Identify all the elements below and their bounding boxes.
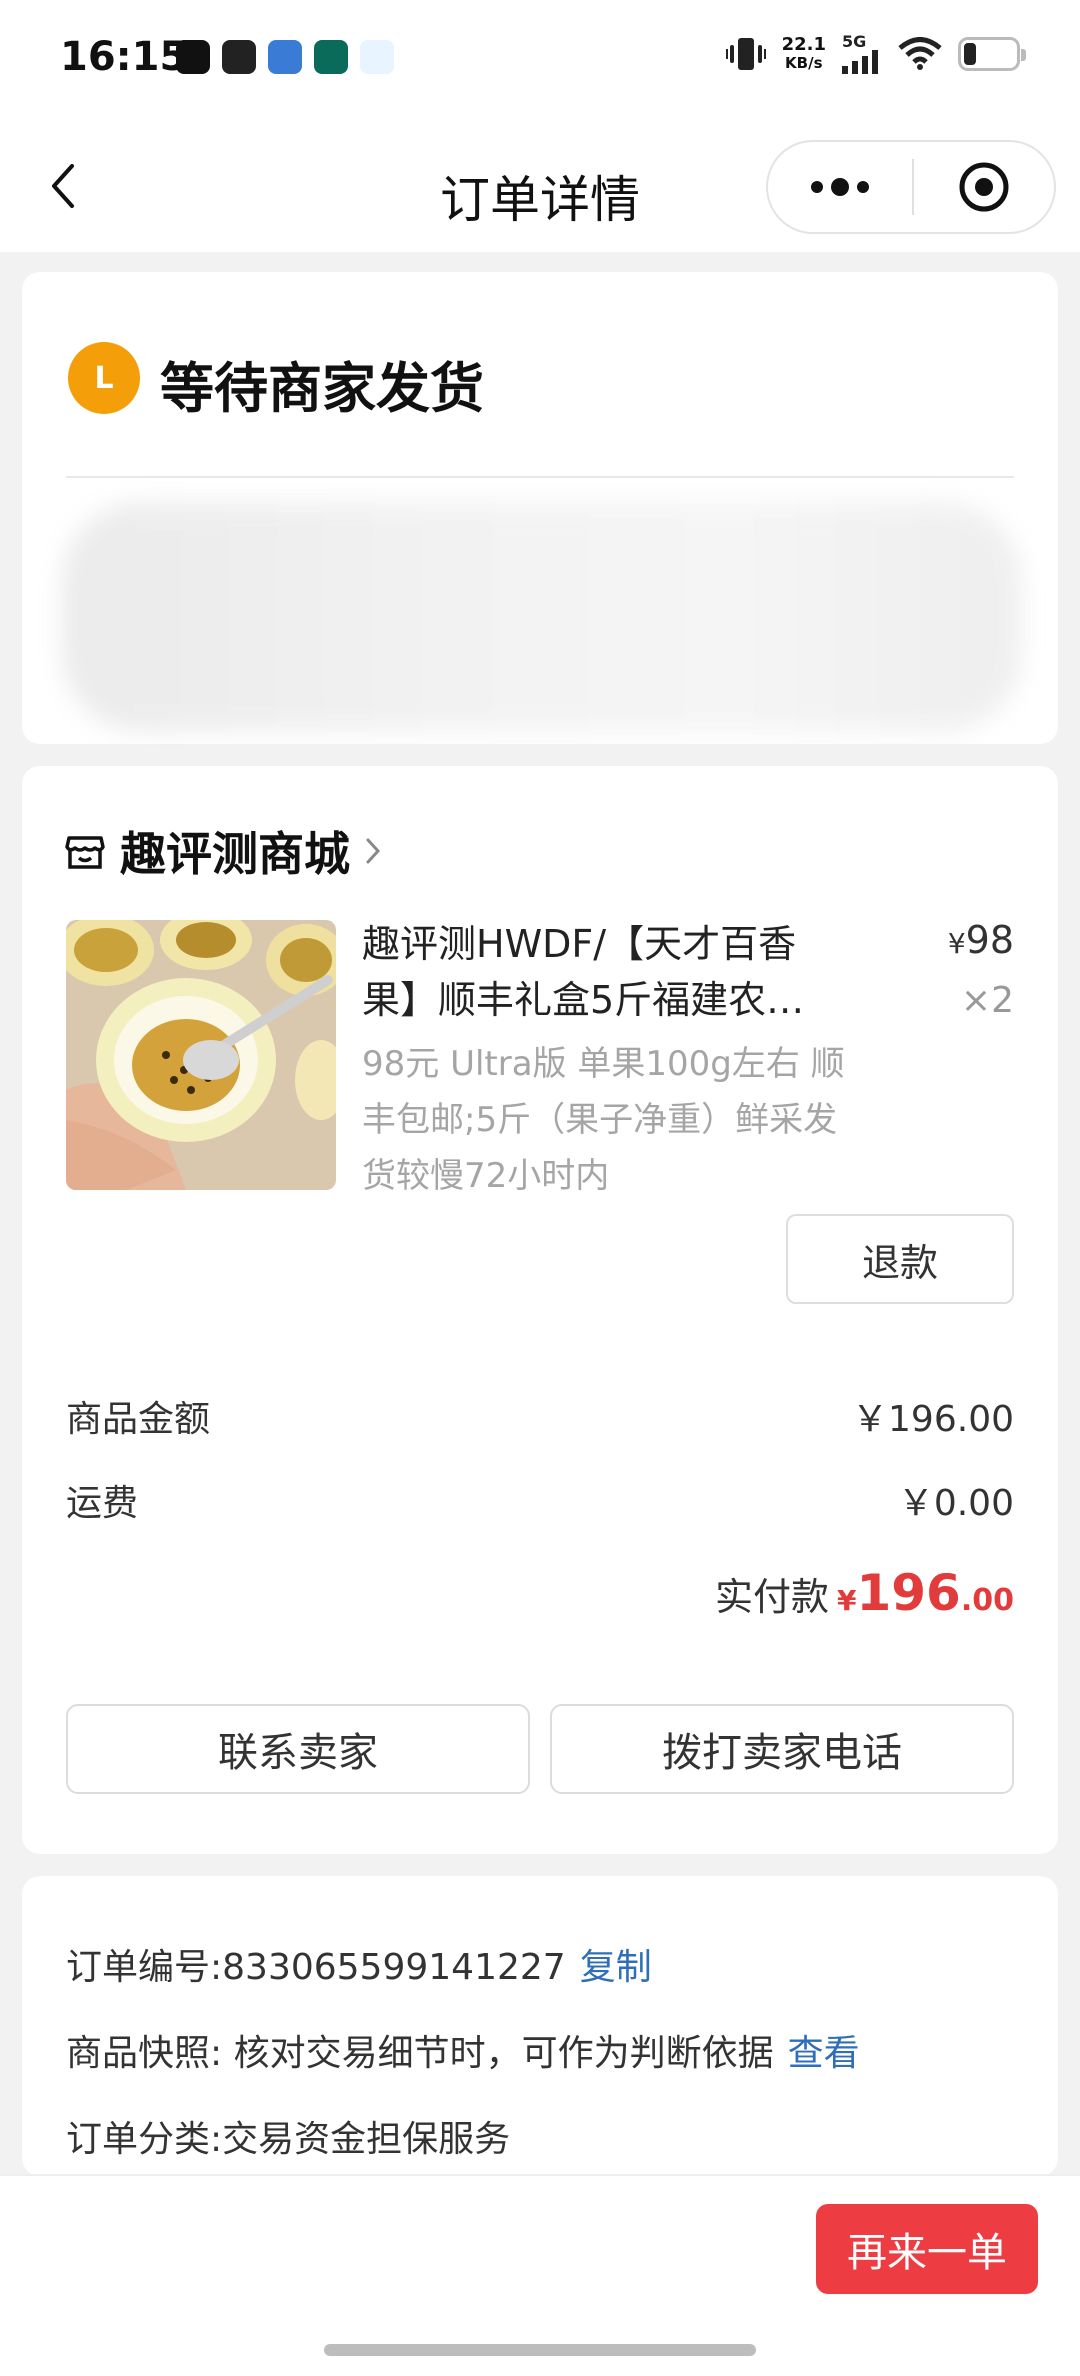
order-items-card: 趣评测商城 趣评测HWDF/【天才百香果】顺丰礼盒5斤福建农… 98元 Ultr… (22, 766, 1058, 1854)
status-badge: L (68, 342, 140, 414)
net-speed-unit: KB/s (785, 54, 823, 72)
wifi-icon (898, 37, 942, 70)
status-time: 16:15 (60, 34, 188, 80)
shipping-label: 运费 (66, 1483, 139, 1524)
order-status-title: 等待商家发货 (160, 357, 484, 420)
dot (831, 178, 849, 196)
price-symbol: ¥ (947, 927, 966, 960)
price-value: 98 (965, 918, 1014, 962)
divider (66, 476, 1014, 478)
paid-integer: 196 (856, 1564, 961, 1622)
order-status-card: L 等待商家发货 (22, 272, 1058, 744)
paid-amount: 实付款 ¥196.00 (715, 1564, 1014, 1622)
paid-currency: ¥ (836, 1584, 857, 1617)
status-right: 22.1 KB/s 5G (725, 34, 1026, 74)
bottom-action-bar: 再来一单 (0, 2174, 1080, 2376)
reorder-button[interactable]: 再来一单 (816, 2204, 1038, 2294)
redacted-address (62, 502, 1022, 732)
home-indicator[interactable] (324, 2344, 756, 2356)
battery-icon (958, 37, 1026, 71)
app-notification-icon (314, 40, 348, 74)
product-quantity: ×2 (960, 980, 1014, 1021)
passion-fruit-image (66, 920, 336, 1190)
close-mini-program-button[interactable] (914, 142, 1054, 232)
shop-name: 趣评测商城 (120, 827, 350, 881)
goods-amount-label: 商品金额 (66, 1399, 211, 1440)
net-speed-value: 22.1 (781, 34, 826, 55)
shipping-value: ￥0.00 (897, 1483, 1014, 1524)
goods-amount-value: ￥196.00 (852, 1399, 1014, 1440)
product-price: ¥98 (948, 918, 1014, 962)
signal-group: 5G (842, 34, 882, 74)
order-info-card: 订单编号:833065599141227 复制 商品快照: 核对交易细节时，可作为… (22, 1876, 1058, 2176)
app-notification-icon (360, 40, 394, 74)
snapshot-row: 商品快照: 核对交易细节时，可作为判断依据 查看 (66, 2024, 860, 2076)
status-bar: 16:15 22.1 KB/s 5G (0, 0, 1080, 120)
call-seller-button[interactable]: 拨打卖家电话 (550, 1704, 1014, 1794)
contact-seller-button[interactable]: 联系卖家 (66, 1704, 530, 1794)
order-category: 订单分类:交易资金担保服务 (66, 2119, 511, 2160)
nav-bar: 订单详情 (0, 120, 1080, 252)
vibrate-icon (725, 38, 766, 70)
order-number: 订单编号:833065599141227 (66, 1947, 566, 1988)
product-title[interactable]: 趣评测HWDF/【天才百香果】顺丰礼盒5斤福建农… (362, 916, 842, 1028)
net-speed: 22.1 KB/s (781, 34, 826, 73)
signal-icon (842, 50, 878, 74)
order-number-row: 订单编号:833065599141227 复制 (66, 1938, 652, 1990)
chevron-right-icon (366, 838, 381, 864)
dot (857, 181, 869, 193)
copy-link[interactable]: 复制 (580, 1947, 652, 1988)
store-icon (65, 836, 105, 869)
shop-header[interactable]: 趣评测商城 (64, 818, 382, 884)
product-spec: 98元 Ultra版 单果100g左右 顺丰包邮;5斤（果子净重）鲜采发货较慢7… (362, 1044, 845, 1196)
more-button[interactable] (768, 142, 912, 232)
refund-button[interactable]: 退款 (786, 1214, 1014, 1304)
snapshot-text: 商品快照: 核对交易细节时，可作为判断依据 (66, 2033, 774, 2074)
app-notification-icon (176, 40, 210, 74)
product-image[interactable] (66, 920, 336, 1190)
notification-icons (176, 40, 394, 74)
network-type: 5G (842, 32, 867, 51)
paid-label: 实付款 (714, 1575, 829, 1619)
paid-decimal: .00 (960, 1583, 1014, 1618)
mini-program-capsule (766, 140, 1056, 234)
target-close-icon (959, 162, 1009, 212)
dot (811, 181, 823, 193)
app-notification-icon (268, 40, 302, 74)
view-snapshot-link[interactable]: 查看 (788, 2033, 860, 2074)
app-notification-icon (222, 40, 256, 74)
